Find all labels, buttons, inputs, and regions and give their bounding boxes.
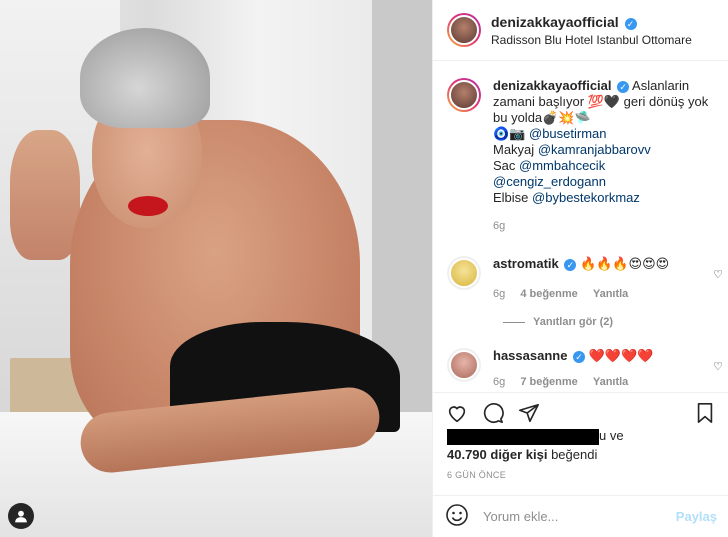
view-replies-label: Yanıtları gör (2)	[533, 316, 614, 328]
comment-input[interactable]: Yorum ekle...	[483, 509, 676, 524]
mention-link[interactable]: @busetirman	[529, 126, 607, 141]
photo-hand	[10, 130, 80, 260]
caption-line-1: Aslanlarin	[632, 78, 690, 93]
caption-line-2a: zamani başlıyor	[493, 94, 585, 109]
verified-badge-icon: ✓	[564, 259, 577, 271]
commenter-avatar[interactable]	[447, 256, 481, 290]
verified-badge-icon: ✓	[617, 81, 630, 93]
mention-link[interactable]: @mmbahcecik	[519, 158, 605, 173]
post-photo[interactable]	[0, 0, 432, 537]
caption-time[interactable]: 6g	[493, 218, 708, 234]
post-author-username[interactable]: denizakkayaofficial	[491, 14, 619, 30]
verified-badge-icon: ✓	[624, 17, 637, 30]
like-heart-icon[interactable]	[445, 401, 469, 425]
caption-label-makeup: Makyaj	[493, 142, 535, 157]
comment-item: astromatik ✓ 🔥🔥🔥😍😍😍 6g 4 beğenme Yanıtla…	[447, 256, 723, 300]
photo-hair	[80, 28, 210, 128]
photo-lips	[128, 196, 168, 216]
evil-eye-camera-emoji-icon: 🧿📷	[493, 126, 526, 141]
caption-label-hair: Sac	[493, 158, 516, 173]
verified-badge-icon: ✓	[573, 351, 586, 363]
view-replies-button[interactable]: Yanıtları gör (2)	[503, 316, 613, 328]
like-comment-heart-icon[interactable]: ♡	[713, 360, 723, 373]
comment-likes[interactable]: 4 beğenme	[520, 288, 577, 300]
caption-line-2b: geri dönüş yok	[623, 94, 709, 109]
post-action-bar	[433, 392, 728, 432]
comment-text: ❤️❤️❤️❤️	[588, 348, 654, 363]
commenter-avatar[interactable]	[447, 348, 481, 382]
mention-link[interactable]: @cengiz_erdogann	[493, 174, 606, 189]
redacted-liker	[447, 428, 599, 445]
mention-link[interactable]: @kamranjabbarovv	[538, 142, 651, 157]
post-header: denizakkayaofficial ✓ Radisson Blu Hotel…	[433, 0, 728, 61]
caption-author-avatar[interactable]	[447, 78, 481, 112]
post-age[interactable]: 6 GÜN ÖNCE	[447, 470, 506, 480]
mention-link[interactable]: @bybestekorkmaz	[532, 190, 640, 205]
likes-count[interactable]: 40.790 diğer kişi	[447, 447, 547, 462]
reply-button[interactable]: Yanıtla	[593, 288, 628, 300]
post-author-avatar[interactable]	[447, 13, 481, 47]
share-send-icon[interactable]	[517, 401, 541, 425]
comment-bubble-icon[interactable]	[481, 401, 505, 425]
reply-button[interactable]: Yanıtla	[593, 376, 628, 388]
post-comment-button[interactable]: Paylaş	[676, 509, 717, 524]
commenter-username[interactable]: astromatik	[493, 256, 559, 271]
commenter-username[interactable]: hassasanne	[493, 348, 567, 363]
likes-verb: beğendi	[551, 446, 598, 462]
lion-emoji-icon: 💯🖤	[587, 94, 621, 109]
comment-text: 🔥🔥🔥😍😍😍	[580, 256, 670, 271]
caption-line-3: bu yolda	[493, 110, 543, 125]
likes-suffix: u ve	[599, 428, 624, 443]
caption-author-username[interactable]: denizakkayaofficial	[493, 78, 612, 93]
comment-likes[interactable]: 7 beğenme	[520, 376, 577, 388]
add-comment-bar: Yorum ekle... Paylaş	[433, 495, 728, 537]
comment-item: hassasanne ✓ ❤️❤️❤️❤️ 6g 7 beğenme Yanıt…	[447, 348, 723, 388]
post-caption: denizakkayaofficial ✓ Aslanlarin zamani …	[447, 78, 717, 234]
comment-time[interactable]: 6g	[493, 288, 505, 300]
comment-time[interactable]: 6g	[493, 376, 505, 388]
emoji-picker-icon[interactable]	[445, 503, 469, 530]
caption-label-dress: Elbise	[493, 190, 529, 205]
like-comment-heart-icon[interactable]: ♡	[713, 268, 723, 281]
save-bookmark-icon[interactable]	[693, 401, 717, 425]
user-tag-icon[interactable]	[8, 503, 34, 529]
post-side-panel: denizakkayaofficial ✓ Radisson Blu Hotel…	[432, 0, 728, 537]
replies-dash	[503, 321, 525, 323]
likes-summary: u ve 40.790 diğer kişi beğendi	[447, 428, 624, 462]
post-location[interactable]: Radisson Blu Hotel Istanbul Ottomare	[491, 33, 692, 47]
bomb-emoji-icon: 💣💥🛸	[542, 110, 591, 125]
